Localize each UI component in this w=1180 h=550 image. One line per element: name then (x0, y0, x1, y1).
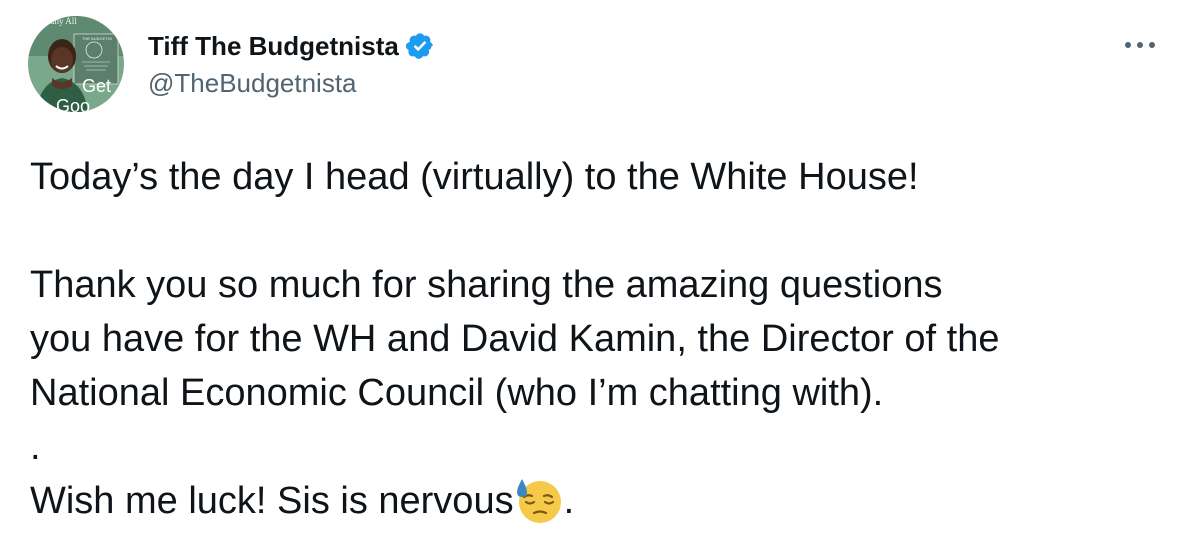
verified-badge-icon (405, 31, 435, 61)
tweet-line-2: Thank you so much for sharing the amazin… (30, 264, 943, 306)
tweet-line-4: National Economic Council (who I’m chatt… (30, 372, 884, 414)
tweet-line-6-text: Wish me luck! Sis is nervous (30, 480, 514, 522)
avatar-author-text: iany All (48, 16, 77, 26)
avatar-good-text: Goo (56, 96, 90, 112)
handle[interactable]: @TheBudgetnista (148, 68, 435, 99)
tweet-text: Today’s the day I head (virtually) to th… (30, 150, 1160, 528)
avatar[interactable]: iany All THE BUDGETNI Get Goo (28, 16, 124, 112)
tweet-line-6-end: . (563, 480, 575, 522)
display-name[interactable]: Tiff The Budgetnista (148, 31, 399, 62)
avatar-image: iany All THE BUDGETNI Get Goo (28, 16, 124, 112)
author-block: Tiff The Budgetnista @TheBudgetnista (148, 26, 435, 99)
name-row: Tiff The Budgetnista (148, 26, 435, 66)
avatar-get-text: Get (82, 76, 111, 96)
tweet-line-3: you have for the WH and David Kamin, the… (30, 318, 1000, 360)
tweet-line-5: . (30, 426, 41, 468)
avatar-book-text: THE BUDGETNI (82, 36, 112, 41)
more-options-icon[interactable] (1118, 30, 1162, 60)
tweet-line-6: Wish me luck! Sis is nervous . (30, 474, 1160, 528)
tweet-line-1: Today’s the day I head (virtually) to th… (30, 156, 919, 198)
downcast-face-with-sweat-emoji (514, 475, 564, 525)
tweet-card: iany All THE BUDGETNI Get Goo Tiff The B… (0, 0, 1180, 550)
